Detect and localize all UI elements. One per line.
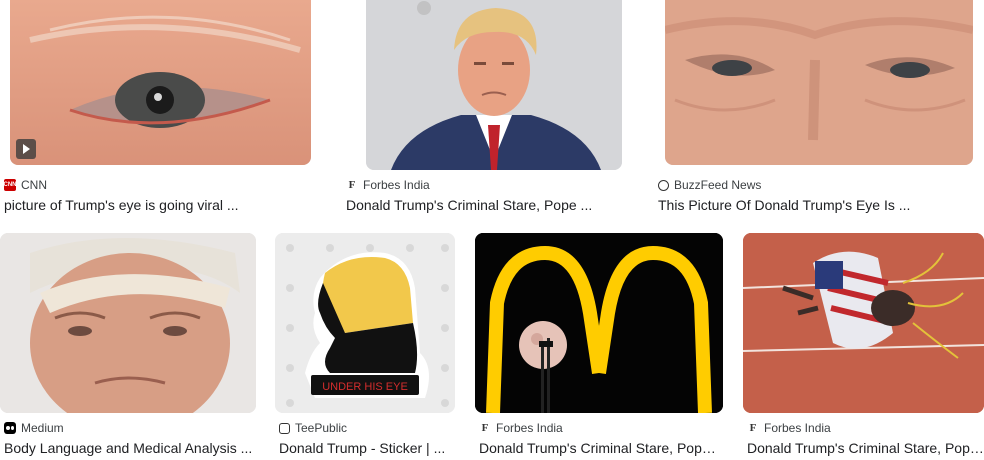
result-title[interactable]: picture of Trump's eye is going viral ..…	[4, 196, 311, 214]
result-title[interactable]: Donald Trump's Criminal Stare, Pope ...	[346, 196, 642, 214]
portrait-image	[0, 233, 256, 413]
medium-icon	[4, 422, 16, 434]
source-name: Forbes India	[496, 421, 563, 435]
thumbnail[interactable]	[743, 233, 984, 413]
image-result-6[interactable]: F Forbes India Donald Trump's Criminal S…	[475, 233, 723, 460]
image-result-5[interactable]: UNDER HIS EYE TeePublic Donald Trump - S…	[275, 233, 455, 460]
result-title[interactable]: Donald Trump's Criminal Stare, Pope ...	[479, 439, 723, 457]
result-title[interactable]: Donald Trump - Sticker | ...	[279, 439, 455, 457]
image-result-4[interactable]: Medium Body Language and Medical Analysi…	[0, 233, 256, 460]
result-source[interactable]: Medium	[4, 420, 256, 436]
result-title[interactable]: This Picture Of Donald Trump's Eye Is ..…	[658, 196, 978, 214]
result-source[interactable]: F Forbes India	[747, 420, 984, 436]
forbes-icon: F	[348, 179, 356, 191]
result-title[interactable]: Donald Trump's Criminal Stare, Pope ...	[747, 439, 984, 457]
source-name: BuzzFeed News	[674, 178, 762, 192]
thumbnail[interactable]	[366, 0, 622, 170]
cnn-icon: CNN	[4, 179, 17, 191]
eye-closeup-image	[10, 0, 311, 165]
result-source[interactable]: BuzzFeed News	[658, 177, 978, 193]
result-source[interactable]: F Forbes India	[346, 177, 642, 193]
image-result-2[interactable]: F Forbes India Donald Trump's Criminal S…	[346, 0, 642, 230]
source-name: Forbes India	[363, 178, 430, 192]
forbes-icon: F	[481, 422, 489, 434]
source-name: CNN	[21, 178, 47, 192]
arches-moon-image	[475, 233, 723, 413]
image-result-1[interactable]: CNN CNN picture of Trump's eye is going …	[4, 0, 311, 230]
buzzfeed-icon	[658, 179, 669, 191]
result-source[interactable]: TeePublic	[279, 420, 455, 436]
play-icon	[16, 139, 36, 159]
source-name: Medium	[21, 421, 64, 435]
thumbnail[interactable]	[665, 0, 973, 165]
thumbnail[interactable]: UNDER HIS EYE	[275, 233, 455, 413]
mugshot-image	[366, 0, 622, 170]
source-name: TeePublic	[295, 421, 348, 435]
source-name: Forbes India	[764, 421, 831, 435]
image-result-7[interactable]: F Forbes India Donald Trump's Criminal S…	[743, 233, 984, 460]
result-source[interactable]: F Forbes India	[479, 420, 723, 436]
image-result-3[interactable]: BuzzFeed News This Picture Of Donald Tru…	[658, 0, 978, 230]
result-source[interactable]: CNN CNN	[4, 177, 311, 193]
forbes-icon: F	[749, 422, 757, 434]
result-title[interactable]: Body Language and Medical Analysis ...	[4, 439, 256, 457]
thumbnail[interactable]	[10, 0, 311, 165]
thumbnail[interactable]	[0, 233, 256, 413]
thumbnail[interactable]	[475, 233, 723, 413]
sticker-text: UNDER HIS EYE	[322, 381, 408, 393]
eyes-closeup-image	[665, 0, 973, 165]
teepublic-icon	[279, 422, 290, 434]
track-athlete-image	[743, 233, 984, 413]
sticker-image: UNDER HIS EYE	[275, 233, 455, 413]
